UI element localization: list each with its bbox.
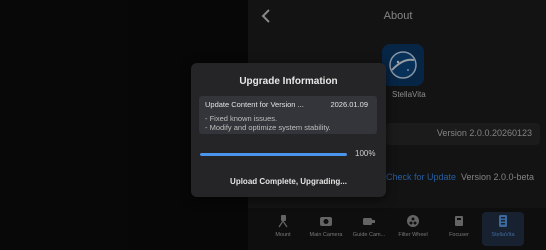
update-content-date: 2026.01.09 bbox=[330, 100, 368, 109]
update-note-line: - Fixed known issues. bbox=[205, 114, 278, 123]
update-content-header: Update Content for Version ... bbox=[205, 100, 304, 109]
upgrade-dialog: Upgrade Information Update Content for V… bbox=[191, 63, 386, 197]
dialog-title: Upgrade Information bbox=[239, 76, 338, 87]
upgrade-status: Upload Complete, Upgrading... bbox=[230, 177, 347, 186]
update-note-line: - Modify and optimize system stability. bbox=[205, 123, 331, 132]
update-content-box: Update Content for Version ... 2026.01.0… bbox=[199, 96, 377, 134]
progress-percent: 100% bbox=[355, 149, 376, 158]
upgrade-progress-bar bbox=[200, 153, 347, 156]
progress-fill bbox=[200, 153, 347, 156]
